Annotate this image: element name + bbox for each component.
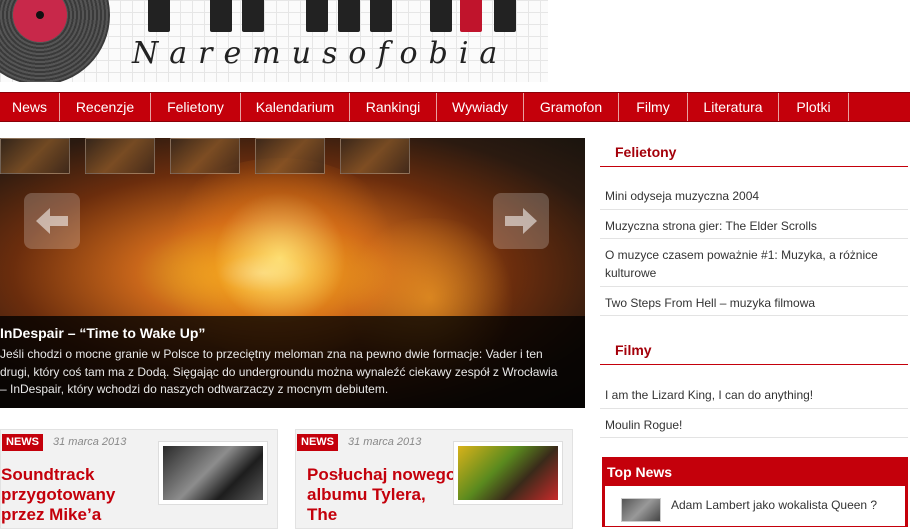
article-image xyxy=(163,446,263,500)
sidebar-felietony-heading: Felietony xyxy=(600,138,908,167)
sidebar-heading-label: Filmy xyxy=(615,342,652,358)
vinyl-hole xyxy=(36,11,44,19)
article-thumbnail[interactable] xyxy=(158,441,268,505)
nav-item-recenzje[interactable]: Recenzje xyxy=(60,93,151,121)
piano-key xyxy=(370,0,392,32)
sidebar-link[interactable]: O muzyce czasem poważnie #1: Muzyka, a r… xyxy=(600,239,908,287)
article-card: NEWS 31 marca 2013 Posłuchaj nowego albu… xyxy=(295,429,573,529)
nav-item-kalendarium[interactable]: Kalendarium xyxy=(241,93,350,121)
top-news-link[interactable]: Adam Lambert jako wokalista Queen ? xyxy=(671,498,877,512)
vinyl-label xyxy=(13,0,67,42)
piano-key xyxy=(148,0,170,32)
article-thumbnail[interactable] xyxy=(453,441,563,505)
site-logo[interactable]: Naremusofobia xyxy=(0,0,548,82)
nav-item-wywiady[interactable]: Wywiady xyxy=(437,93,524,121)
article-card: NEWS 31 marca 2013 Soundtrack przygotowa… xyxy=(0,429,278,529)
sidebar-link[interactable]: Mini odyseja muzyczna 2004 xyxy=(600,180,908,210)
news-badge: NEWS xyxy=(297,434,338,451)
slider-caption-text: Jeśli chodzi o mocne granie w Polsce to … xyxy=(0,347,558,396)
slider-prev-arrow-icon[interactable] xyxy=(24,193,80,249)
nav-item-filmy[interactable]: Filmy xyxy=(619,93,688,121)
slider-caption-title[interactable]: InDespair – “Time to Wake Up” xyxy=(0,325,205,341)
sidebar-heading-label: Felietony xyxy=(615,144,677,160)
piano-key xyxy=(338,0,360,32)
nav-item-felietony[interactable]: Felietony xyxy=(151,93,241,121)
slider-next-arrow-icon[interactable] xyxy=(493,193,549,249)
sidebar-link[interactable]: I am the Lizard King, I can do anything! xyxy=(600,379,908,409)
nav-item-literatura[interactable]: Literatura xyxy=(688,93,779,121)
piano-key xyxy=(306,0,328,32)
article-date: 31 marca 2013 xyxy=(53,436,127,448)
article-date: 31 marca 2013 xyxy=(348,436,422,448)
sidebar-link[interactable]: Muzyczna strona gier: The Elder Scrolls xyxy=(600,210,908,239)
top-news-list: Adam Lambert jako wokalista Queen ? xyxy=(605,486,905,526)
slider-caption: InDespair – “Time to Wake Up” Jeśli chod… xyxy=(0,316,585,408)
main-nav: News Recenzje Felietony Kalendarium Rank… xyxy=(0,92,910,122)
article-title[interactable]: Soundtrack przygotowany przez Mike’a xyxy=(1,465,151,525)
slider-thumbnail[interactable] xyxy=(0,138,70,174)
nav-item-gramofon[interactable]: Gramofon xyxy=(524,93,619,121)
featured-slider[interactable]: InDespair – “Time to Wake Up” Jeśli chod… xyxy=(0,138,585,408)
article-title[interactable]: Posłuchaj nowego albumu Tylera, The xyxy=(307,465,457,525)
news-badge: NEWS xyxy=(2,434,43,451)
sidebar-link[interactable]: Two Steps From Hell – muzyka filmowa xyxy=(600,287,908,316)
piano-key xyxy=(242,0,264,32)
slider-thumbnail[interactable] xyxy=(170,138,240,174)
piano-keys-drawing xyxy=(120,0,540,32)
nav-item-news[interactable]: News xyxy=(0,93,60,121)
piano-key xyxy=(210,0,232,32)
slider-thumbnails xyxy=(0,138,585,176)
slider-thumbnail[interactable] xyxy=(255,138,325,174)
site-header: Naremusofobia xyxy=(0,0,910,92)
sidebar-link[interactable]: Moulin Rogue! xyxy=(600,409,908,438)
piano-key xyxy=(430,0,452,32)
slider-thumbnail[interactable] xyxy=(340,138,410,174)
slider-thumbnail[interactable] xyxy=(85,138,155,174)
sidebar-filmy-heading: Filmy xyxy=(600,336,908,365)
article-image xyxy=(458,446,558,500)
top-news-widget: Top News Adam Lambert jako wokalista Que… xyxy=(602,457,908,527)
piano-key-red xyxy=(460,0,482,32)
logo-text: Naremusofobia xyxy=(132,36,509,71)
top-news-title: Top News xyxy=(607,464,673,480)
nav-item-rankingi[interactable]: Rankingi xyxy=(350,93,437,121)
top-news-thumbnail[interactable] xyxy=(621,498,661,522)
nav-item-plotki[interactable]: Plotki xyxy=(779,93,849,121)
piano-key xyxy=(494,0,516,32)
